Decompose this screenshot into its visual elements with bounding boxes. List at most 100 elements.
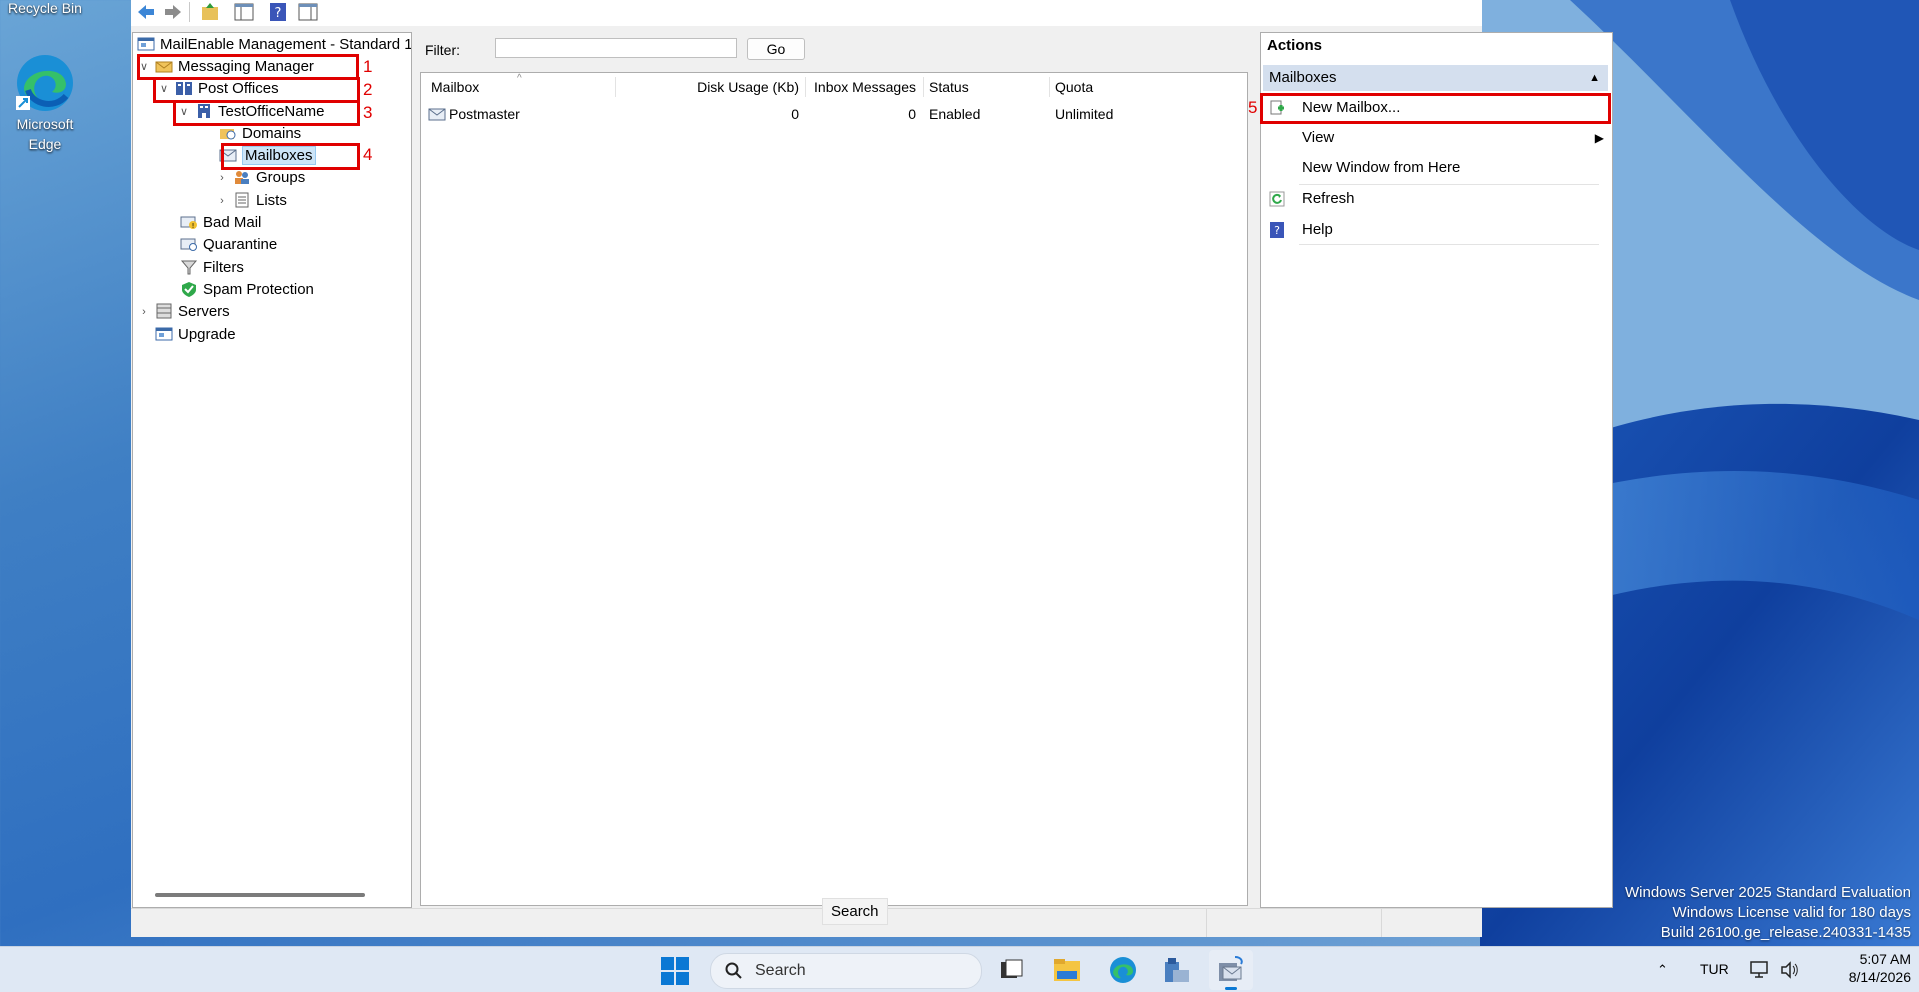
mailenable-taskbar-button[interactable]	[1209, 950, 1253, 990]
shield-check-icon	[182, 282, 196, 297]
search-icon	[725, 962, 742, 979]
watermark-line-2: Windows License valid for 180 days	[1672, 904, 1911, 921]
show-hidden-icons-chevron[interactable]: ⌃	[1657, 947, 1668, 992]
network-icon[interactable]	[1750, 961, 1770, 979]
action-new-window-from-here[interactable]: New Window from Here	[1269, 154, 1604, 182]
filter-funnel-icon	[180, 260, 198, 275]
server-manager-icon[interactable]	[1163, 956, 1191, 984]
edge-desktop-shortcut[interactable]: Microsoft Edge	[0, 52, 90, 154]
cell-disk-usage: 0	[791, 106, 799, 122]
show-hide-action-pane-icon[interactable]	[297, 1, 319, 23]
volume-icon[interactable]	[1780, 961, 1800, 979]
action-label: View	[1302, 129, 1335, 146]
annotation-number-3: 3	[363, 103, 373, 122]
mailenable-window: ? MailEnable Management - Standard 1 ∨ M…	[131, 0, 1613, 937]
go-button[interactable]: Go	[747, 38, 805, 60]
action-label: Help	[1302, 221, 1333, 238]
actions-section-label: Mailboxes	[1269, 69, 1337, 86]
chevron-right-icon[interactable]: ›	[216, 167, 228, 189]
domains-icon	[220, 129, 236, 140]
tree-label: Groups	[256, 169, 306, 186]
taskbar: Search ⌃ TUR 5:07 AM 8/14/2026	[0, 946, 1919, 992]
tree-label: Servers	[178, 303, 230, 320]
annotation-number-5: 5	[1248, 98, 1258, 117]
back-arrow-icon[interactable]	[135, 1, 157, 23]
tree-item-lists[interactable]: Lists	[233, 190, 287, 212]
action-view[interactable]: View ▶	[1269, 124, 1604, 152]
clock[interactable]: 5:07 AM 8/14/2026	[1815, 950, 1911, 986]
results-pane: Filter: Go ^ Mailbox Disk Usage (Kb) Inb…	[420, 32, 1250, 922]
mailenable-taskbar-icon	[1219, 956, 1243, 981]
sort-up-icon[interactable]: ^	[517, 73, 522, 84]
task-view-icon[interactable]	[998, 957, 1024, 983]
action-refresh[interactable]: Refresh	[1269, 185, 1604, 213]
taskbar-search-box[interactable]: Search	[710, 953, 982, 989]
actions-section-header[interactable]: Mailboxes ▲	[1263, 65, 1608, 91]
tree-label: Spam Protection	[203, 281, 314, 298]
tree-label: Bad Mail	[203, 214, 262, 231]
help-icon: ?	[1270, 222, 1284, 238]
lists-icon	[235, 192, 249, 208]
mmc-toolbar: ?	[131, 0, 1482, 26]
annotation-number-1: 1	[363, 57, 373, 76]
collapse-triangle-icon[interactable]: ▲	[1589, 65, 1600, 91]
recycle-bin-icon[interactable]: Recycle Bin	[0, 0, 90, 16]
tree-item-groups[interactable]: Groups	[233, 167, 305, 189]
quarantine-icon	[180, 238, 197, 251]
tree-item-bad-mail[interactable]: ! Bad Mail	[180, 212, 261, 234]
chevron-right-icon[interactable]: ›	[138, 301, 150, 323]
input-language[interactable]: TUR	[1700, 947, 1729, 992]
actions-title: Actions	[1267, 37, 1323, 54]
actions-pane: Actions Mailboxes ▲ New Mailbox... View …	[1260, 32, 1613, 908]
tree-item-spam-protection[interactable]: Spam Protection	[180, 279, 314, 301]
tree-item-filters[interactable]: Filters	[180, 257, 244, 279]
column-header-inbox-messages[interactable]: Inbox Messages	[811, 73, 916, 101]
tree-label: Upgrade	[178, 326, 236, 343]
edge-icon	[16, 55, 73, 111]
svg-text:?: ?	[1274, 224, 1280, 237]
tree-item-servers[interactable]: Servers	[155, 301, 230, 323]
recycle-bin-label: Recycle Bin	[8, 0, 82, 16]
chevron-right-icon[interactable]: ›	[216, 190, 228, 212]
filter-input[interactable]	[495, 38, 737, 58]
tree-label: Domains	[242, 125, 302, 142]
groups-icon	[235, 171, 249, 184]
tree-root[interactable]: MailEnable Management - Standard 1	[137, 34, 412, 56]
annotation-box-5	[1260, 93, 1611, 124]
tree-root-label: MailEnable Management - Standard 1	[160, 36, 412, 53]
tree-item-quarantine[interactable]: Quarantine	[180, 234, 277, 256]
help-icon[interactable]: ?	[267, 1, 289, 23]
cell-status: Enabled	[929, 106, 981, 122]
forward-arrow-icon[interactable]	[162, 1, 184, 23]
tree-label: Lists	[256, 192, 287, 209]
show-hide-tree-icon[interactable]	[233, 1, 255, 23]
file-explorer-icon[interactable]	[1053, 957, 1081, 983]
cell-inbox-messages: 0	[908, 106, 916, 122]
submenu-arrow-icon: ▶	[1594, 131, 1604, 145]
action-help[interactable]: ? Help	[1269, 216, 1604, 244]
edge-desktop-label: Microsoft Edge	[16, 116, 74, 152]
tree-label: Filters	[203, 259, 244, 276]
mailbox-list: ^ Mailbox Disk Usage (Kb) Inbox Messages…	[420, 72, 1248, 922]
tree-horizontal-scrollbar[interactable]	[155, 893, 365, 897]
clock-time: 5:07 AM	[1859, 951, 1911, 967]
column-header-disk-usage[interactable]: Disk Usage (Kb)	[621, 73, 799, 101]
console-root-icon	[137, 37, 155, 51]
edge-taskbar-icon[interactable]	[1109, 956, 1137, 984]
tree-item-upgrade[interactable]: Upgrade	[155, 324, 236, 346]
column-header-mailbox[interactable]: Mailbox	[431, 73, 479, 101]
status-bar	[131, 908, 1482, 937]
upgrade-icon	[155, 327, 173, 341]
svg-text:!: !	[192, 222, 195, 230]
up-folder-icon[interactable]	[199, 1, 221, 23]
column-header-quota[interactable]: Quota	[1055, 73, 1093, 101]
refresh-icon	[1269, 191, 1285, 207]
svg-text:?: ?	[275, 6, 282, 21]
tree-item-domains[interactable]: Domains	[219, 123, 301, 145]
servers-icon	[156, 303, 172, 319]
action-label: Refresh	[1302, 190, 1355, 207]
column-header-status[interactable]: Status	[929, 73, 969, 101]
cell-quota: Unlimited	[1055, 106, 1114, 122]
windows-start-icon[interactable]	[661, 957, 689, 985]
action-label: New Window from Here	[1302, 159, 1461, 176]
